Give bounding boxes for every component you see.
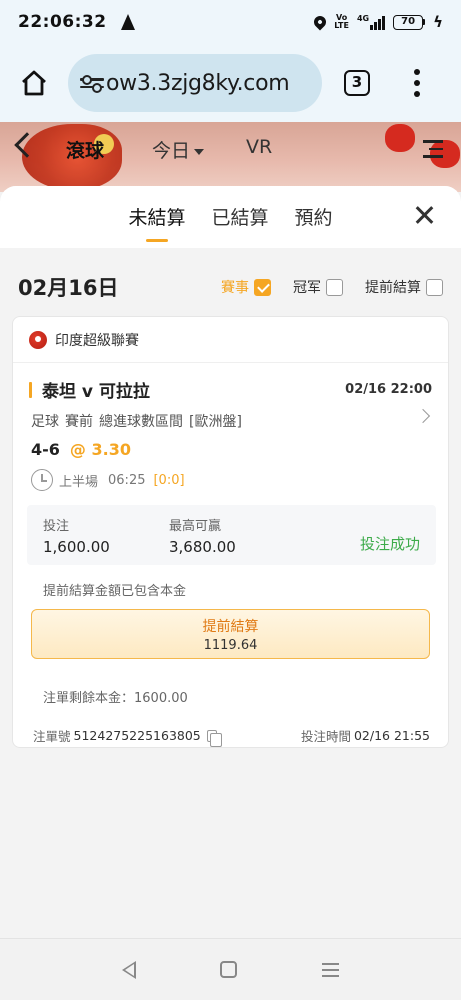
cashout-button[interactable]: 提前結算 1119.64 — [31, 609, 430, 659]
browser-home-button[interactable] — [14, 63, 54, 103]
navigation-arrow-icon — [120, 14, 135, 30]
tab-today-label: 今日 — [152, 140, 191, 162]
pick-selection: 4-6 — [31, 440, 60, 459]
clock-icon — [31, 469, 53, 491]
filter-cashout[interactable]: 提前結算 — [365, 277, 443, 297]
filter-cashout-label: 提前結算 — [365, 280, 421, 296]
match-row: 泰坦 v 可拉拉 02/16 22:00 — [29, 377, 432, 402]
match-title: 泰坦 v 可拉拉 — [42, 382, 150, 402]
league-row: 印度超級聯賽 — [13, 317, 448, 363]
checkbox-events[interactable] — [254, 278, 271, 296]
home-icon — [22, 70, 46, 96]
league-name: 印度超級聯賽 — [55, 332, 139, 349]
menu-icon[interactable] — [423, 140, 443, 158]
pick-odds: @ 3.30 — [69, 440, 131, 459]
filter-events[interactable]: 賽事 — [221, 277, 271, 297]
match-period: 上半場 — [59, 474, 99, 490]
battery-level: 70 — [393, 14, 424, 30]
tab-reserved[interactable]: 預約 — [295, 203, 333, 232]
max-win-value: 3,680.00 — [169, 537, 236, 556]
live-score: [0:0] — [153, 472, 185, 488]
browser-toolbar: ow3.3zjg8ky.com 3 — [0, 44, 461, 122]
tab-today[interactable]: 今日 — [152, 136, 205, 163]
tab-settled[interactable]: 已結算 — [211, 203, 268, 232]
network-type: 4G — [356, 14, 370, 23]
filter-champion[interactable]: 冠军 — [293, 277, 343, 297]
market-label: 總進球數區間 — [99, 414, 183, 430]
filter-events-label: 賽事 — [221, 280, 249, 296]
league-logo-icon — [29, 330, 47, 349]
max-win-label: 最高可贏 — [169, 518, 222, 534]
match-details[interactable]: 泰坦 v 可拉拉 02/16 22:00 足球 賽前 總進球數區間 [歐洲盤] … — [13, 363, 448, 491]
bet-status: 投注成功 — [359, 535, 420, 553]
bet-time-label: 投注時間 — [300, 729, 351, 744]
stake-value: 1,600.00 — [43, 537, 110, 556]
caret-down-icon — [194, 148, 205, 155]
tab-live[interactable]: 滾球 — [66, 136, 104, 163]
match-marker — [29, 381, 32, 398]
pick-row: 4-6 @ 3.30 — [31, 440, 432, 459]
stake-label: 投注 — [43, 518, 70, 534]
system-home-icon[interactable] — [220, 961, 238, 978]
lantern-decoration — [385, 124, 415, 152]
status-bar: 22:06:32 Vo LTE 4G 70 ϟ — [0, 0, 461, 44]
signal-icon: 4G — [356, 14, 386, 30]
tab-switcher-button[interactable]: 3 — [344, 70, 370, 96]
tab-vr[interactable]: VR — [246, 136, 272, 158]
charging-icon: ϟ — [433, 13, 443, 31]
app-header: 滾球 今日 VR — [0, 122, 461, 192]
url-text: ow3.3zjg8ky.com — [106, 70, 290, 96]
site-settings-icon[interactable] — [80, 75, 104, 92]
volte-icon: Vo LTE — [334, 13, 349, 30]
copy-icon[interactable] — [206, 729, 222, 747]
checkbox-champion[interactable] — [326, 278, 343, 296]
battery-icon: 70 — [393, 14, 426, 30]
location-icon — [311, 13, 329, 31]
bet-time: 02/16 21:55 — [353, 728, 430, 743]
address-bar[interactable]: ow3.3zjg8ky.com — [68, 54, 322, 112]
live-status-row: 上半場 06:25 [0:0] — [31, 469, 432, 491]
market-row: 足球 賽前 總進球數區間 [歐洲盤] — [31, 411, 432, 431]
sport-label: 足球 — [31, 414, 59, 430]
filter-group: 賽事 冠军 提前結算 — [221, 277, 443, 297]
odds-format-label: [歐洲盤] — [189, 414, 242, 430]
filter-champion-label: 冠军 — [293, 280, 321, 296]
bet-stage-label: 賽前 — [65, 414, 93, 430]
system-nav-bar — [0, 938, 461, 1000]
bet-card: 印度超級聯賽 泰坦 v 可拉拉 02/16 22:00 足球 賽前 總進球數區間… — [12, 316, 449, 748]
stake-summary: 投注 1,600.00 最高可贏 3,680.00 投注成功 — [27, 505, 436, 565]
stake-column: 投注 1,600.00 — [43, 515, 169, 556]
status-time: 22:06:32 — [18, 12, 107, 32]
checkbox-cashout[interactable] — [426, 278, 443, 296]
cashout-note: 提前結算金額已包含本金 — [43, 584, 187, 599]
bet-footer: 注單號 5124275225163805 投注時間 02/16 21:55 — [33, 726, 448, 747]
bet-record-sheet: 未結算 已結算 預約 02月16日 賽事 冠军 提前結算 印度超級聯賽 泰坦 v… — [0, 186, 461, 938]
browser-menu-button[interactable] — [414, 69, 420, 97]
match-time: 02/16 22:00 — [345, 382, 432, 397]
max-win-column: 最高可贏 3,680.00 — [169, 515, 295, 556]
bet-id: 5124275225163805 — [73, 728, 201, 743]
bet-id-label: 注單號 — [33, 729, 71, 744]
tab-unsettled[interactable]: 未結算 — [128, 203, 185, 242]
date-label: 02月16日 — [18, 276, 119, 300]
system-recents-icon[interactable] — [321, 962, 339, 977]
status-icons: Vo LTE 4G 70 ϟ — [311, 13, 443, 31]
remaining-principal: 注單剩餘本金：1600.00 — [43, 691, 188, 706]
cashout-amount: 1119.64 — [203, 637, 258, 653]
system-back-icon[interactable] — [122, 960, 137, 979]
sheet-tabs: 未結算 已結算 預約 — [0, 186, 461, 248]
match-clock: 06:25 — [108, 472, 146, 488]
cashout-label: 提前結算 — [202, 618, 259, 635]
close-icon[interactable] — [415, 206, 433, 224]
date-filter-row: 02月16日 賽事 冠军 提前結算 — [0, 248, 461, 326]
